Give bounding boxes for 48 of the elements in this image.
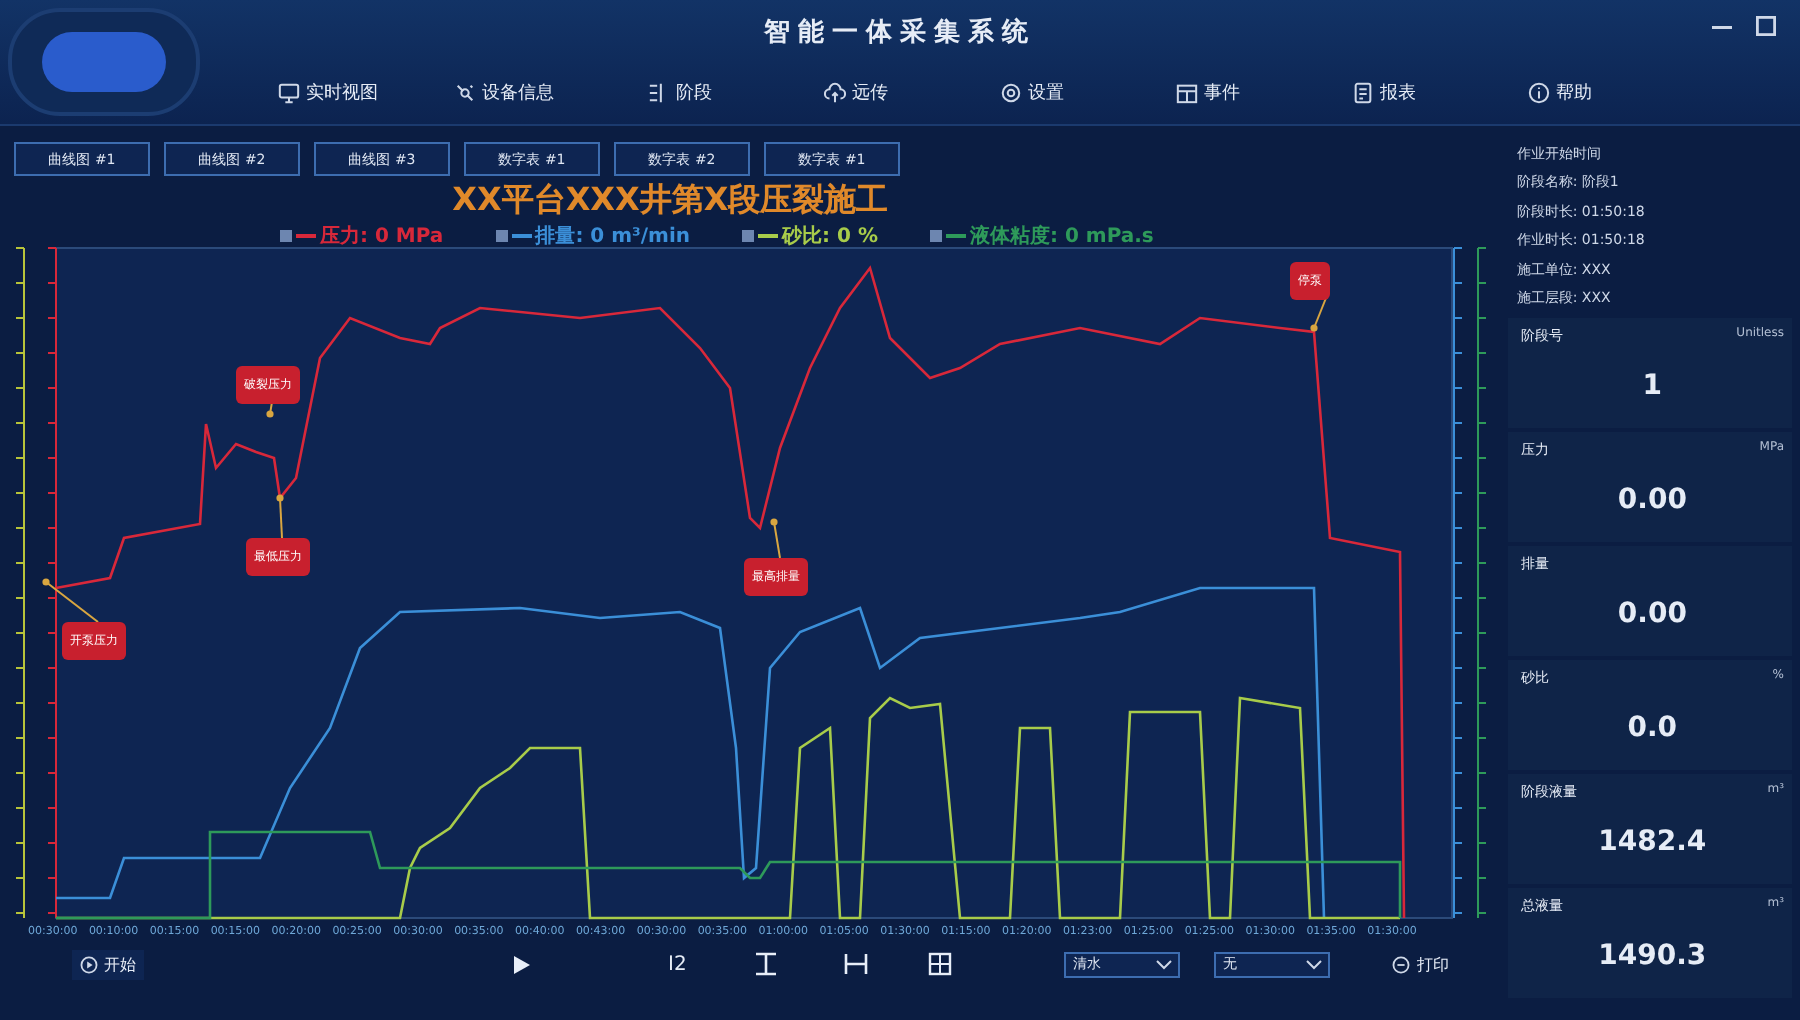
calendar-icon <box>1176 81 1198 103</box>
nav-item[interactable]: 远传 <box>768 75 944 109</box>
metric-value: 0.00 <box>1617 484 1687 517</box>
metric-value: 1482.4 <box>1598 826 1707 859</box>
horizontal-measure-icon[interactable] <box>844 952 869 976</box>
monitor-icon <box>278 81 300 103</box>
nav-item[interactable]: 事件 <box>1120 75 1296 109</box>
start-button[interactable]: 开始 <box>72 949 144 979</box>
maximize-icon[interactable] <box>1756 16 1776 36</box>
legend-label: 排量: 0 m³/min <box>535 223 691 250</box>
chevron-down-icon <box>1306 959 1323 969</box>
leader-line <box>42 578 99 623</box>
vertical-measure-icon[interactable] <box>754 952 779 976</box>
logo-icon <box>8 8 200 116</box>
cloud-upload-icon <box>824 81 846 103</box>
legend-label: 液体粘度: 0 mPa.s <box>969 222 1154 250</box>
metric-value: 1 <box>1642 370 1663 403</box>
leader-line <box>770 518 781 559</box>
document-icon <box>1352 81 1374 103</box>
nav-item[interactable]: 实时视图 <box>240 75 416 109</box>
nav-item[interactable]: 帮助 <box>1472 75 1648 109</box>
nav-item[interactable]: 设备信息 <box>416 75 592 109</box>
metric-value: 1490.3 <box>1598 940 1707 973</box>
play-circle-icon <box>80 955 98 973</box>
help-icon <box>1528 81 1550 103</box>
nav-item[interactable]: 阶段 <box>592 75 768 109</box>
leader-line <box>1310 297 1327 332</box>
chart-title: XX平台XXX井第X段压裂施工 <box>450 180 891 222</box>
play-icon[interactable] <box>514 955 530 973</box>
legend-toggle-icon[interactable] <box>742 230 755 242</box>
leader-line <box>276 494 284 539</box>
window-title: 智能一体采集系统 <box>764 15 1036 50</box>
legend-toggle-icon[interactable] <box>280 230 292 242</box>
metric-value: 0.0 <box>1627 712 1678 745</box>
legend-toggle-icon[interactable] <box>495 230 508 242</box>
zoom-button[interactable]: I2 <box>660 949 695 979</box>
legend-toggle-icon[interactable] <box>929 230 942 242</box>
settings-icon <box>1000 81 1022 103</box>
chevron-down-icon <box>1156 959 1173 969</box>
nav-item[interactable]: 设置 <box>944 75 1120 109</box>
metric-value: 0.00 <box>1617 598 1687 631</box>
minus-circle-icon <box>1392 955 1411 973</box>
print-button[interactable]: 打印 <box>1384 949 1457 979</box>
legend-label: 砂比: 0 % <box>782 223 878 250</box>
legend-label: 压力: 0 MPa <box>320 223 444 250</box>
satellite-icon <box>454 81 476 103</box>
grid-icon[interactable] <box>928 952 953 976</box>
nav-item[interactable]: 报表 <box>1296 75 1472 109</box>
